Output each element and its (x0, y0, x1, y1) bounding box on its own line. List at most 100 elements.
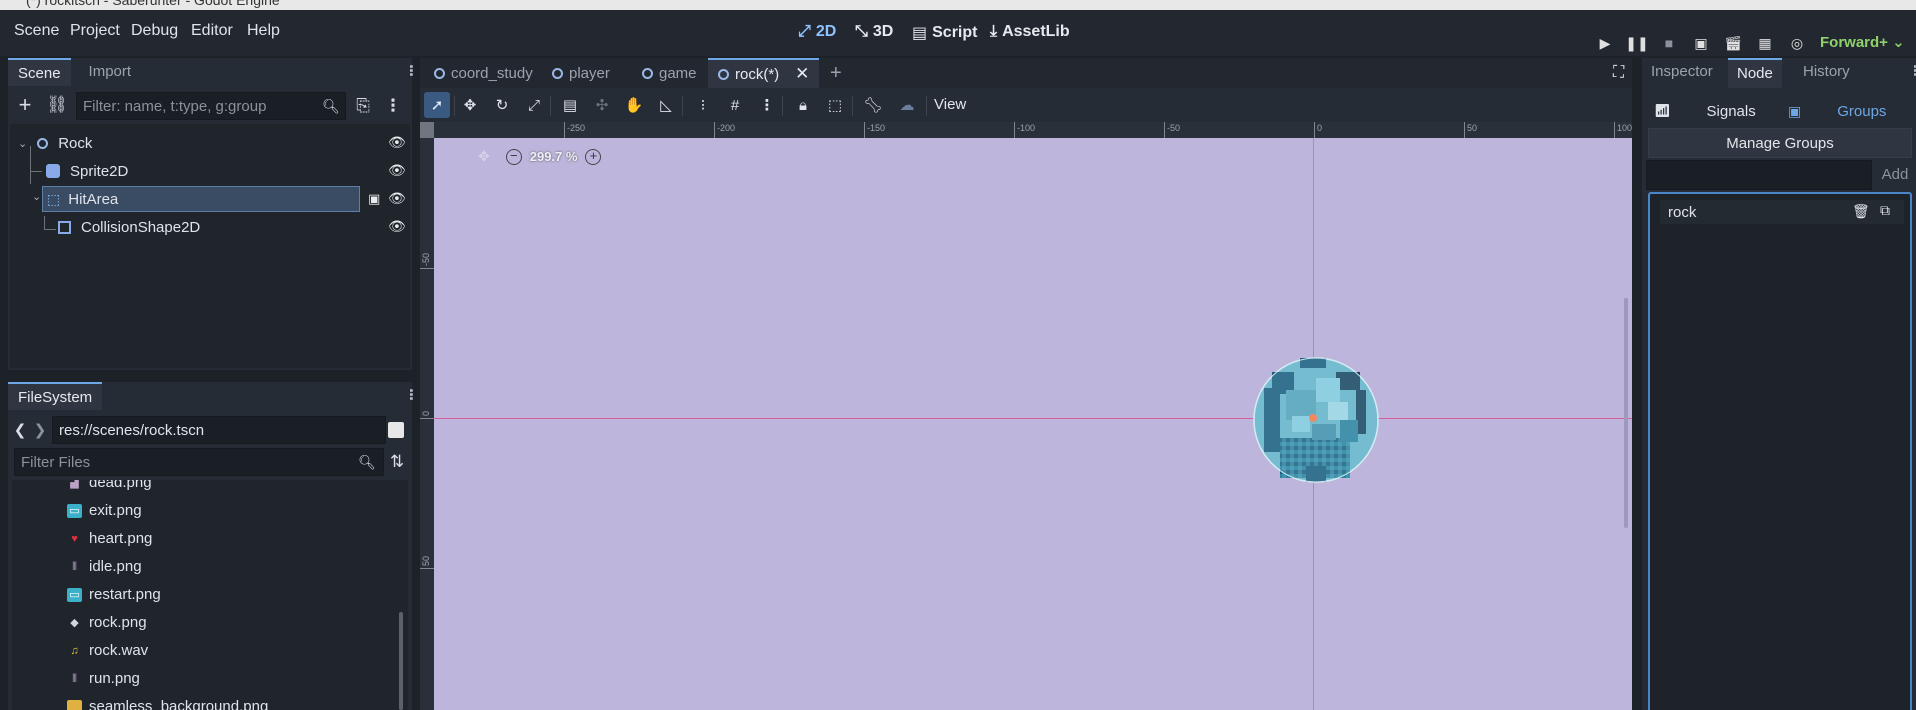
add-tab-icon[interactable]: + (820, 58, 852, 88)
tree-node-collisionshape2d[interactable]: CollisionShape2D (58, 214, 200, 240)
play-scene-icon[interactable]: 🎬︎ (1722, 32, 1744, 54)
window-titlebar: (*) rockitsch - Saberunter - Godot Engin… (0, 0, 1916, 10)
menu-editor[interactable]: Editor (191, 22, 233, 40)
viewport-canvas[interactable]: ✥ − 299.7 % + (434, 138, 1632, 710)
rock-sprite[interactable] (1250, 354, 1382, 486)
back-icon[interactable]: ❮ (12, 418, 28, 442)
ruler-mode-icon[interactable]: ◺ (653, 92, 679, 118)
add-group-button[interactable]: Add (1876, 160, 1914, 190)
grid-snap-icon[interactable]: # (722, 92, 748, 118)
scene-filter-input[interactable]: Filter: name, t:type, g:group (76, 92, 346, 120)
visibility-icon[interactable]: 👁︎ (388, 190, 406, 207)
scene-options-icon[interactable]: ⋮ (382, 94, 404, 118)
scrollbar[interactable] (398, 480, 404, 710)
tree-node-hitarea[interactable]: ⬚ HitArea (42, 186, 360, 212)
zoom-in-icon[interactable]: + (585, 148, 602, 165)
smart-snap-icon[interactable]: ⁝ (690, 92, 716, 118)
copy-icon[interactable]: ⧉ (1880, 202, 1890, 219)
split-mode-icon[interactable] (388, 422, 404, 438)
ruler-label: 100 (1617, 123, 1632, 133)
workspace-2d[interactable]: ⤢ 2D (798, 23, 836, 41)
scale-mode-icon[interactable]: ⤢ (521, 92, 547, 118)
close-icon[interactable]: ✕ (795, 64, 809, 84)
pause-icon[interactable]: ❚❚ (1625, 32, 1648, 54)
ruler-label: -200 (717, 123, 736, 133)
menu-help[interactable]: Help (247, 22, 280, 40)
dock-menu-icon[interactable]: ··· (400, 64, 421, 76)
attach-script-icon[interactable]: ⎘ (352, 94, 374, 118)
dock-menu-icon[interactable]: ··· (1904, 64, 1916, 76)
tab-player[interactable]: player (542, 58, 620, 88)
camera-override-icon[interactable]: ☁ (894, 92, 920, 118)
list-item[interactable]: rock 🗑︎ ⧉ (1660, 200, 1904, 224)
tab-import[interactable]: Import (71, 58, 142, 86)
list-item[interactable]: ♥ heart.png (67, 530, 152, 547)
signals-connected-icon[interactable]: ▣ (368, 191, 380, 207)
zoom-out-icon[interactable]: − (505, 148, 522, 165)
rotate-mode-icon[interactable]: ↻ (489, 92, 515, 118)
sort-icon[interactable]: ⇅ (386, 450, 408, 474)
list-item[interactable]: ⦀ run.png (67, 670, 140, 687)
list-item[interactable]: seamless_background.png (67, 698, 268, 710)
trash-icon[interactable]: 🗑︎ (1852, 203, 1870, 220)
list-item[interactable]: ⦀ idle.png (67, 558, 141, 575)
ruler-label: -250 (567, 123, 586, 133)
menu-scene[interactable]: Scene (14, 22, 59, 40)
tab-rock[interactable]: rock(*) ✕ (708, 58, 820, 88)
node2d-icon (718, 68, 729, 80)
tab-scene[interactable]: Scene (8, 58, 71, 86)
list-item[interactable]: ▭ exit.png (67, 502, 142, 519)
view-menu[interactable]: View (934, 96, 966, 113)
workspace-assetlib[interactable]: ⤓ AssetLib (990, 23, 1070, 41)
stop-icon[interactable]: ■ (1658, 32, 1680, 54)
manage-groups-button[interactable]: Manage Groups (1648, 128, 1912, 158)
list-item[interactable]: ▭ restart.png (67, 586, 161, 603)
chevron-down-icon[interactable]: ⌄ (32, 190, 41, 203)
list-select-icon[interactable]: ▤ (557, 92, 583, 118)
add-node-icon[interactable]: + (14, 92, 36, 118)
workspace-3d[interactable]: ⤡ 3D (855, 23, 893, 41)
select-mode-icon[interactable]: ➚ (424, 92, 450, 118)
dock-menu-icon[interactable]: ··· (400, 388, 421, 400)
forward-icon[interactable]: ❯ (32, 418, 48, 442)
tree-node-sprite2d[interactable]: Sprite2D (46, 158, 128, 184)
snap-options-icon[interactable]: ⋮ (754, 92, 780, 118)
instance-scene-icon[interactable]: ⛓ (46, 92, 68, 118)
menu-debug[interactable]: Debug (131, 22, 178, 40)
list-item[interactable]: ▟ dead.png (67, 480, 151, 491)
tab-inspector[interactable]: Inspector (1642, 58, 1722, 88)
filter-files-input[interactable]: Filter Files (14, 448, 384, 476)
tab-node[interactable]: Node (1728, 58, 1782, 88)
list-item[interactable]: ◆ rock.png (67, 614, 146, 631)
pivot-mode-icon[interactable]: ✣ (589, 92, 615, 118)
list-item[interactable]: ♫ rock.wav (67, 642, 148, 659)
visibility-icon[interactable]: 👁︎ (388, 134, 406, 151)
renderer-selector[interactable]: Forward+ ⌄ (1820, 33, 1905, 51)
zoom-level[interactable]: 299.7 % (530, 149, 578, 164)
distraction-free-icon[interactable]: ⛶ (1613, 64, 1624, 82)
skeleton-icon[interactable]: 🦴︎ (860, 92, 886, 118)
tab-coord-study[interactable]: coord_study (424, 58, 543, 88)
group-icon[interactable]: ⬚ (822, 92, 848, 118)
subtab-groups[interactable]: ▣ Groups (1788, 96, 1886, 126)
tab-history[interactable]: History (1794, 58, 1859, 88)
scrollbar[interactable] (1624, 298, 1628, 528)
tab-game[interactable]: game (632, 58, 707, 88)
pan-mode-icon[interactable]: ✋ (621, 92, 647, 118)
lock-icon[interactable]: 🔒︎ (790, 92, 816, 118)
visibility-icon[interactable]: 👁︎ (388, 218, 406, 235)
remote-debug-icon[interactable]: ▣ (1690, 32, 1712, 54)
move-mode-icon[interactable]: ✥ (457, 92, 483, 118)
node2d-icon (37, 137, 49, 149)
tab-filesystem[interactable]: FileSystem (8, 382, 103, 410)
group-name-input[interactable] (1646, 160, 1872, 190)
menu-project[interactable]: Project (70, 22, 120, 40)
workspace-script[interactable]: ▤ Script (912, 23, 977, 43)
play-custom-scene-icon[interactable]: ▦ (1754, 32, 1776, 54)
path-field[interactable]: res://scenes/rock.tscn (52, 416, 386, 444)
visibility-icon[interactable]: 👁︎ (388, 162, 406, 179)
play-icon[interactable]: ▶ (1594, 32, 1616, 54)
movie-maker-icon[interactable]: ◎ (1786, 32, 1808, 54)
subtab-signals[interactable]: 📶︎ Signals (1654, 96, 1756, 126)
chevron-down-icon[interactable]: ⌄ (18, 137, 27, 150)
